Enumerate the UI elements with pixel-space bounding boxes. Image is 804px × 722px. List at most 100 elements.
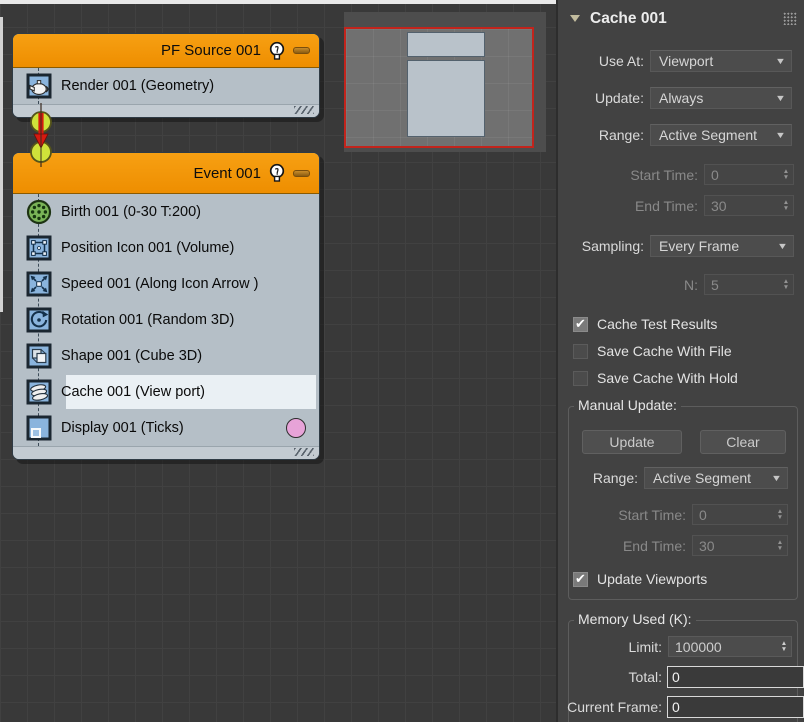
start-time-label: Start Time: [630,167,698,183]
current-frame-field[interactable] [667,696,804,718]
current-frame-label: Current Frame: [567,699,662,715]
action-row-position-icon[interactable]: Position Icon 001 (Volume) [13,230,319,266]
display-color-swatch[interactable] [286,418,306,438]
sampling-dropdown[interactable]: Every Frame ▼ [650,235,794,257]
event-wire-connector[interactable] [26,103,56,167]
save-cache-with-file-checkbox[interactable]: Save Cache With File [573,343,732,359]
clear-button[interactable]: Clear [700,430,786,454]
update-dropdown[interactable]: Always ▼ [650,87,792,109]
spinner-arrows-icon[interactable]: ▲ ▼ [773,536,787,555]
end-time-spinner[interactable]: ▲▼ [704,195,794,216]
range-value: Active Segment [659,127,758,143]
use-at-label: Use At: [598,53,644,69]
limit-input[interactable] [669,637,777,656]
navigator-pf-source-miniature [407,32,485,57]
checkbox-icon[interactable] [573,343,588,359]
use-at-dropdown[interactable]: Viewport ▼ [650,50,792,72]
n-label: N: [684,277,698,293]
manual-start-time-label: Start Time: [618,507,686,523]
range-label: Range: [598,127,644,143]
collapse-dash-icon[interactable] [293,47,310,54]
navigator-view-rect[interactable] [344,27,534,148]
navigator-event-miniature [407,60,485,137]
checkbox-check-icon[interactable] [573,571,588,587]
pf-source-node[interactable]: PF Source 001 Render 001 (Geometry) [12,33,320,118]
pf-source-node-header[interactable]: PF Source 001 [13,34,319,68]
action-row-label: Shape 001 (Cube 3D) [61,348,203,364]
action-row-speed[interactable]: Speed 001 (Along Icon Arrow ) [13,266,319,302]
manual-start-time-input[interactable] [693,505,773,524]
top-edge-bar [0,0,557,4]
total-field[interactable] [667,666,804,688]
rollout-collapse-arrow-icon[interactable] [570,15,580,22]
resize-grip-icon[interactable] [294,106,314,114]
start-time-input[interactable] [705,165,779,184]
action-row-label: Birth 001 (0-30 T:200) [61,204,201,220]
display-icon [26,415,52,441]
manual-start-time-spinner[interactable]: ▲▼ [692,504,788,525]
manual-range-value: Active Segment [653,470,752,486]
update-button[interactable]: Update [582,430,682,454]
end-time-input[interactable] [705,196,779,215]
left-edge-strip [0,17,3,312]
action-row-label: Speed 001 (Along Icon Arrow ) [61,276,259,292]
checkbox-check-icon[interactable] [573,316,588,332]
use-at-value: Viewport [659,53,714,69]
spinner-arrows-icon[interactable]: ▲ ▼ [777,637,791,656]
manual-range-dropdown[interactable]: Active Segment ▼ [644,467,788,489]
grip-dots-icon[interactable] [783,12,797,25]
manual-end-time-spinner[interactable]: ▲▼ [692,535,788,556]
pf-source-node-body: Render 001 (Geometry) [13,68,319,104]
action-row-label: Display 001 (Ticks) [61,420,184,436]
limit-label: Limit: [628,639,662,655]
rotation-icon [26,307,52,333]
update-viewports-label: Update Viewports [597,571,708,587]
event-node-header[interactable]: Event 001 [13,153,319,194]
event-node-title: Event 001 [193,164,261,182]
action-row-shape[interactable]: Shape 001 (Cube 3D) [13,338,319,374]
spinner-arrows-icon[interactable]: ▲ ▼ [779,196,793,215]
action-row-label: Cache 001 (View port) [61,384,206,400]
teapot-icon [26,73,52,99]
action-row-cache[interactable]: Cache 001 (View port) [13,374,319,410]
spinner-arrows-icon[interactable]: ▲ ▼ [773,505,787,524]
event-node-body: Birth 001 (0-30 T:200) Position Icon 001… [13,194,319,446]
dropdown-arrow-icon: ▼ [774,56,787,66]
position-icon [26,235,52,261]
lamp-bulb-icon[interactable] [267,41,287,61]
rollout-title[interactable]: Cache 001 [590,10,667,28]
start-time-spinner[interactable]: ▲▼ [704,164,794,185]
lamp-bulb-icon[interactable] [267,163,287,183]
range-dropdown[interactable]: Active Segment ▼ [650,124,792,146]
speed-icon [26,271,52,297]
limit-spinner[interactable]: ▲▼ [668,636,792,657]
event-node-footer [13,446,319,459]
action-row-rotation[interactable]: Rotation 001 (Random 3D) [13,302,319,338]
spinner-arrows-icon[interactable]: ▲ ▼ [779,165,793,184]
particle-view-window: PF Source 001 Render 001 (Geometry) Even… [0,0,804,722]
n-input[interactable] [705,275,779,294]
dropdown-arrow-icon: ▼ [774,130,787,140]
action-row-render[interactable]: Render 001 (Geometry) [13,68,319,104]
manual-end-time-input[interactable] [693,536,773,555]
action-row-label: Position Icon 001 (Volume) [61,240,235,256]
cache-test-results-checkbox[interactable]: Cache Test Results [573,316,717,332]
memory-used-group-label: Memory Used (K): [574,611,696,627]
action-row-birth[interactable]: Birth 001 (0-30 T:200) [13,194,319,230]
resize-grip-icon[interactable] [294,448,314,456]
save-cache-with-hold-checkbox[interactable]: Save Cache With Hold [573,370,738,386]
spinner-arrows-icon[interactable]: ▲ ▼ [779,275,793,294]
n-spinner[interactable]: ▲▼ [704,274,794,295]
birth-icon [26,199,52,225]
pf-source-node-title: PF Source 001 [160,42,261,59]
dropdown-arrow-icon: ▼ [770,473,783,483]
sampling-label: Sampling: [581,238,644,254]
update-value: Always [659,90,704,106]
total-label: Total: [628,669,662,685]
dropdown-arrow-icon: ▼ [774,93,787,103]
checkbox-icon[interactable] [573,370,588,386]
action-row-display[interactable]: Display 001 (Ticks) [13,410,319,446]
event-node[interactable]: Event 001 Birth 001 (0-30 T:200) Positio… [12,152,320,460]
collapse-dash-icon[interactable] [293,169,310,177]
update-viewports-checkbox[interactable]: Update Viewports [573,571,707,587]
